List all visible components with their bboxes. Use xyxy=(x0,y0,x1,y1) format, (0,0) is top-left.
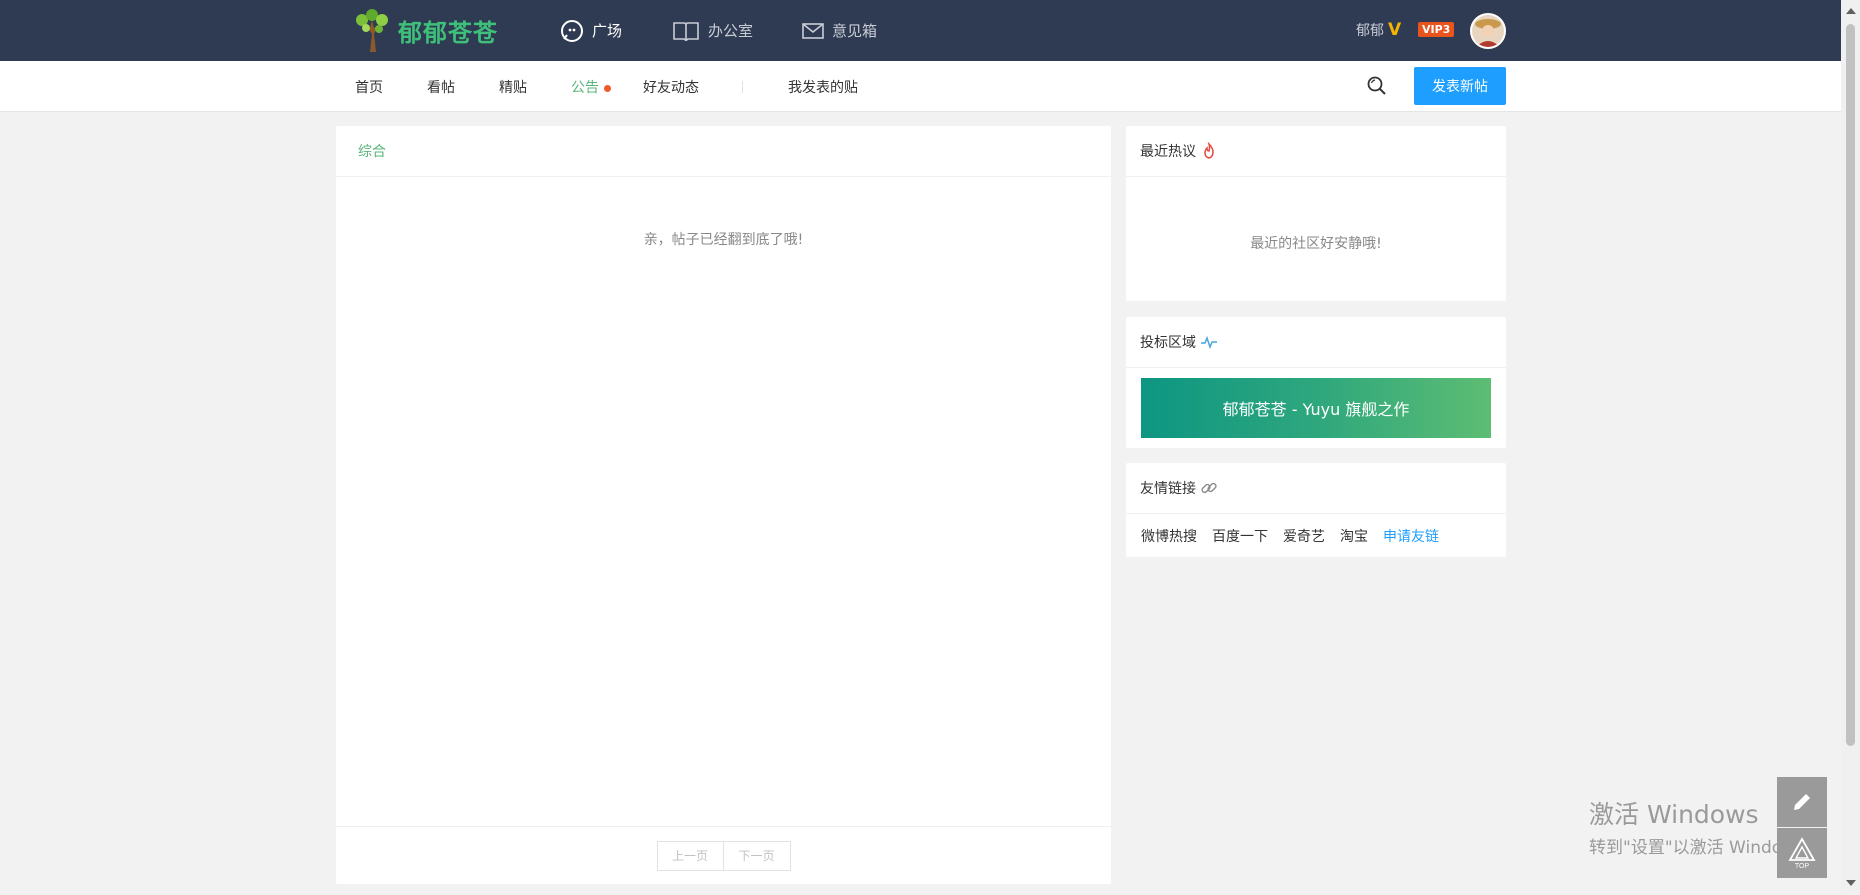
friend-link-iqiyi[interactable]: 爱奇艺 xyxy=(1283,526,1325,546)
post-list-panel: 综合 亲，帖子已经翻到底了哦! 上一页 下一页 xyxy=(336,126,1111,884)
subnav-friend-activity[interactable]: 好友动态 xyxy=(643,77,699,97)
chat-bubble-icon xyxy=(561,19,583,42)
hot-discussions-header: 最近热议 xyxy=(1126,126,1506,177)
friend-links-panel: 友情链接 微博热搜 百度一下 爱奇艺 淘宝 申请友链 xyxy=(1126,463,1506,557)
book-icon xyxy=(673,21,699,41)
mail-icon xyxy=(802,22,824,39)
user-name-text: 郁郁 xyxy=(1356,23,1384,39)
friend-link-weibo[interactable]: 微博热搜 xyxy=(1141,526,1197,546)
prev-page-button[interactable]: 上一页 xyxy=(656,840,724,871)
user-avatar-icon xyxy=(1472,15,1504,47)
subnav-featured[interactable]: 精贴 xyxy=(499,77,527,97)
pulse-icon xyxy=(1201,335,1217,350)
fab-back-to-top-button[interactable]: TOP xyxy=(1777,828,1827,878)
ad-panel: 投标区域 郁郁苍苍 - Yuyu 旗舰之作 xyxy=(1126,317,1506,448)
friend-links-list: 微博热搜 百度一下 爱奇艺 淘宝 申请友链 xyxy=(1141,526,1454,546)
apply-friend-link[interactable]: 申请友链 xyxy=(1383,526,1439,546)
link-icon xyxy=(1201,482,1217,494)
hot-discussions-title: 最近热议 xyxy=(1140,144,1196,160)
subnav-announcements-label: 公告 xyxy=(571,80,599,96)
topnav-feedback[interactable]: 意见箱 xyxy=(802,0,877,61)
site-logo[interactable]: 郁郁苍苍 xyxy=(352,8,498,52)
sub-navigation: 首页 看帖 精贴 公告 好友动态 我发表的贴 xyxy=(0,61,1841,112)
top-label: TOP xyxy=(1795,863,1810,870)
scroll-down-arrow-icon[interactable] xyxy=(1846,880,1856,886)
tab-all[interactable]: 综合 xyxy=(336,126,1111,177)
friend-link-baidu[interactable]: 百度一下 xyxy=(1212,526,1268,546)
ad-banner[interactable]: 郁郁苍苍 - Yuyu 旗舰之作 xyxy=(1141,378,1491,438)
next-page-button[interactable]: 下一页 xyxy=(723,840,791,871)
topnav-plaza-label: 广场 xyxy=(592,22,623,40)
vertical-scrollbar[interactable] xyxy=(1841,0,1860,895)
friend-links-header: 友情链接 xyxy=(1126,463,1506,514)
fire-icon xyxy=(1204,142,1214,159)
empty-posts-message: 亲，帖子已经翻到底了哦! xyxy=(643,232,804,248)
topnav-office[interactable]: 办公室 xyxy=(672,0,753,61)
hot-empty-message: 最近的社区好安静哦! xyxy=(1250,236,1382,252)
tab-all-label: 综合 xyxy=(358,144,386,160)
pencil-icon xyxy=(1794,794,1810,810)
verified-badge: V xyxy=(1388,20,1402,40)
new-post-button[interactable]: 发表新帖 xyxy=(1414,67,1506,105)
scroll-up-arrow-icon[interactable] xyxy=(1846,8,1856,14)
ad-title: 投标区域 xyxy=(1140,335,1196,351)
vip-badge: VIP3 xyxy=(1418,22,1455,37)
up-arrow-icon: TOP xyxy=(1788,837,1816,870)
search-icon[interactable] xyxy=(1366,75,1388,101)
subnav-divider xyxy=(742,81,743,93)
fab-edit-button[interactable] xyxy=(1777,777,1827,827)
subnav-my-posts[interactable]: 我发表的贴 xyxy=(788,77,858,97)
user-name[interactable]: 郁郁 V xyxy=(1356,20,1401,40)
tree-logo-icon xyxy=(356,9,388,52)
hot-discussions-panel: 最近热议 最近的社区好安静哦! xyxy=(1126,126,1506,301)
friend-link-taobao[interactable]: 淘宝 xyxy=(1340,526,1368,546)
subnav-announcements[interactable]: 公告 xyxy=(571,77,611,97)
pagination: 上一页 下一页 xyxy=(336,826,1111,884)
site-name: 郁郁苍苍 xyxy=(398,18,498,47)
scrollbar-thumb[interactable] xyxy=(1846,24,1855,746)
subnav-view-posts[interactable]: 看帖 xyxy=(427,77,455,97)
subnav-home[interactable]: 首页 xyxy=(355,77,383,97)
ad-header: 投标区域 xyxy=(1126,317,1506,368)
top-header: 郁郁苍苍 广场 办公室 意见箱 郁郁 V VIP3 xyxy=(0,0,1841,61)
friend-links-title: 友情链接 xyxy=(1140,481,1196,497)
avatar[interactable] xyxy=(1470,13,1506,49)
topnav-feedback-label: 意见箱 xyxy=(832,22,878,40)
topnav-office-label: 办公室 xyxy=(708,22,754,40)
notification-dot xyxy=(604,84,611,92)
topnav-plaza[interactable]: 广场 xyxy=(560,0,622,61)
